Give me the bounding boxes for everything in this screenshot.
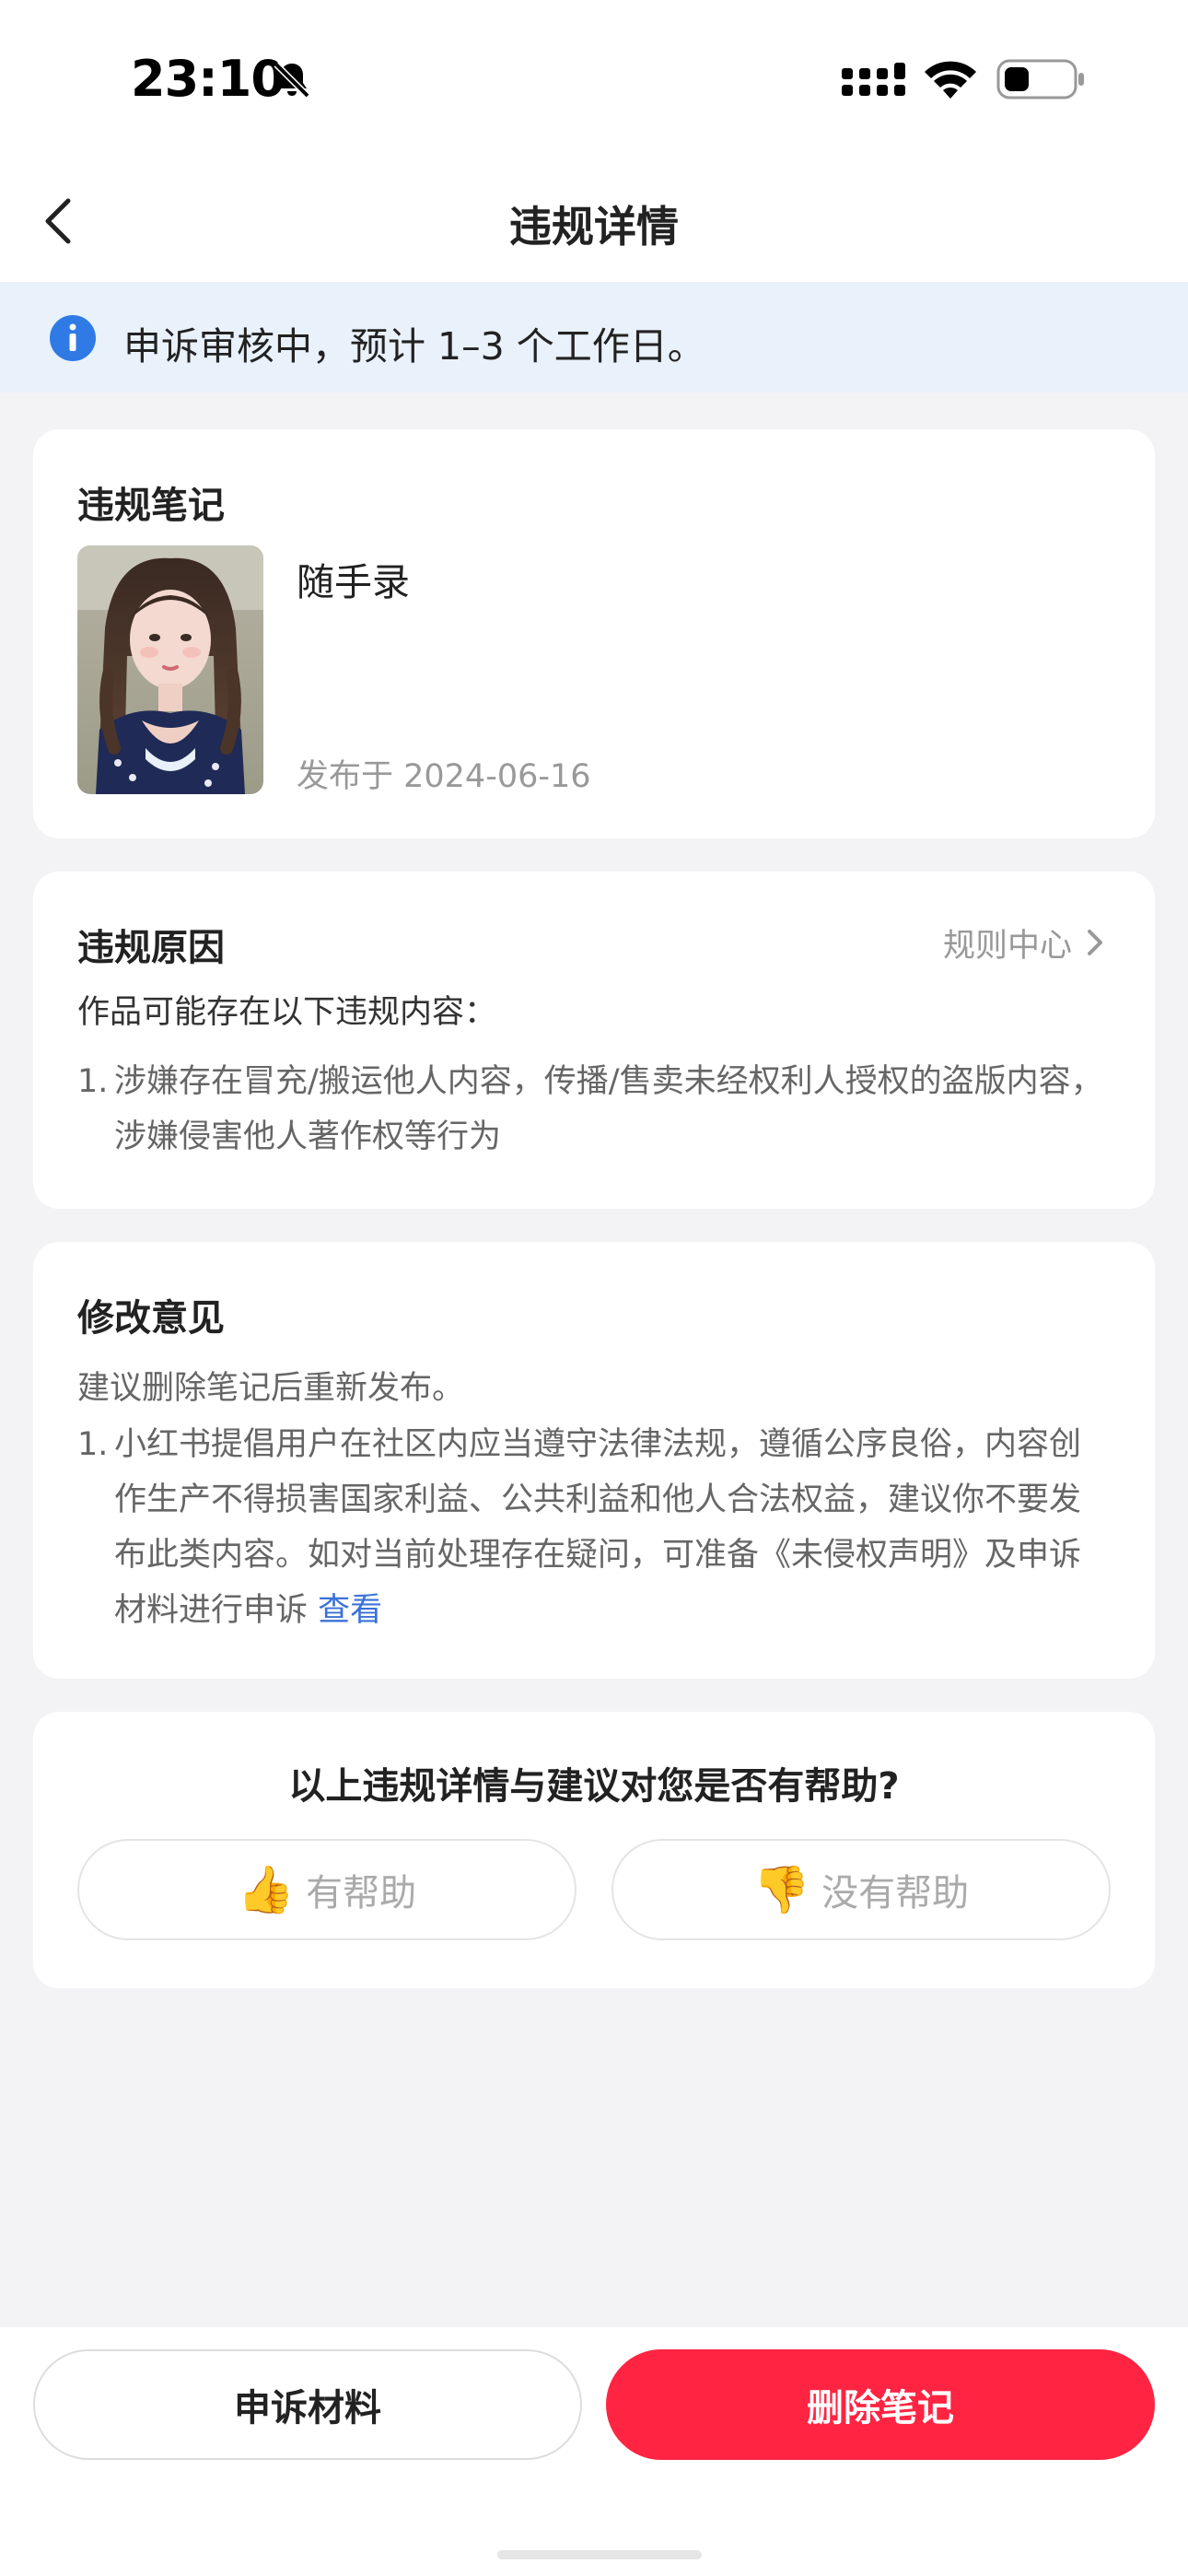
delete-note-button[interactable]: 删除笔记 [606, 2349, 1155, 2460]
rule-center-link[interactable]: 规则中心 [943, 919, 1105, 966]
card-title: 违规原因 [77, 927, 225, 969]
page-title: 违规详情 [509, 202, 679, 252]
appeal-materials-button[interactable]: 申诉材料 [33, 2349, 582, 2460]
violation-note-card: 违规笔记 随手录 发布于 2024-06-16 [33, 429, 1155, 838]
list-number: 1. [77, 1426, 109, 1463]
nav-bar: 违规详情 [0, 157, 1188, 282]
card-title: 修改意见 [77, 1297, 225, 1340]
feedback-question: 以上违规详情与建议对您是否有帮助? [288, 1765, 900, 1808]
chevron-right-icon [1088, 930, 1102, 955]
info-icon [50, 315, 96, 361]
note-thumbnail[interactable] [77, 545, 263, 794]
appeal-status-banner: 申诉审核中，预计 1–3 个工作日。 [0, 282, 1188, 392]
status-bar: 23:10 [0, 0, 1188, 157]
modification-advice-card: 修改意见 建议删除笔记后重新发布。 1. 小红书提倡用户在社区内应当遵守法律法规… [33, 1242, 1155, 1679]
helpful-label: 有帮助 [306, 1872, 417, 1914]
bell-slash-icon [274, 62, 310, 99]
thumbs-down-icon: 👎 [752, 1862, 811, 1916]
reason-intro: 作品可能存在以下违规内容： [77, 994, 497, 1031]
view-link[interactable]: 查看 [318, 1592, 382, 1629]
feedback-card: 以上违规详情与建议对您是否有帮助? 👍 有帮助 👎 没有帮助 [33, 1712, 1155, 1988]
violation-reason-card: 违规原因 规则中心 作品可能存在以下违规内容： 1. 涉嫌存在冒充/搬运他人内容… [33, 872, 1155, 1209]
banner-text: 申诉审核中，预计 1–3 个工作日。 [123, 324, 705, 369]
rule-center-label: 规则中心 [942, 927, 1072, 965]
signal-icon [842, 63, 905, 96]
not-helpful-button[interactable]: 👎 没有帮助 [611, 1839, 1111, 1940]
advice-intro: 建议删除笔记后重新发布。 [77, 1370, 465, 1407]
bottom-action-bar: 申诉材料 删除笔记 [0, 2327, 1188, 2576]
list-text: 涉嫌存在冒充/搬运他人内容，传播/售卖未经权利人授权的盗版内容，涉嫌侵害他人著作… [114, 1063, 1103, 1155]
helpful-button[interactable]: 👍 有帮助 [77, 1839, 577, 1940]
card-title: 违规笔记 [77, 485, 225, 527]
list-text: 小红书提倡用户在社区内应当遵守法律法规，遵循公序良俗，内容创作生产不得损害国家利… [114, 1417, 1109, 1638]
battery-icon [996, 59, 1084, 100]
status-time: 23:10 [131, 50, 285, 108]
wifi-icon [925, 61, 976, 99]
note-name[interactable]: 随手录 [297, 551, 410, 606]
list-number: 1. [77, 1063, 109, 1100]
thumbs-up-icon: 👍 [237, 1862, 296, 1916]
advice-text: 小红书提倡用户在社区内应当遵守法律法规，遵循公序良俗，内容创作生产不得损害国家利… [114, 1426, 1082, 1629]
not-helpful-label: 没有帮助 [821, 1872, 970, 1914]
note-publish-date: 发布于 2024-06-16 [297, 758, 591, 795]
home-indicator[interactable] [497, 2550, 702, 2559]
